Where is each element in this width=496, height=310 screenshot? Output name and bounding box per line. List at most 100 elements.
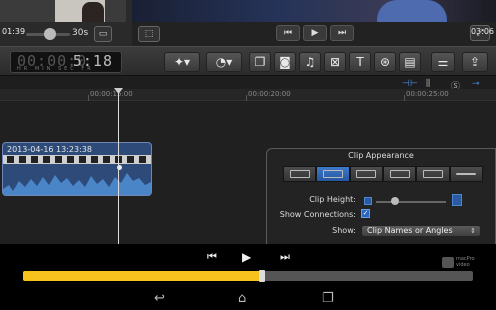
ruler-tick (88, 95, 89, 101)
clip-height-slider-knob[interactable] (391, 197, 399, 205)
audio-waveform-icon[interactable]: ⫼ (426, 79, 430, 89)
watermark-line2: video (456, 262, 470, 268)
viewer-area: 30s ▭ ⬚ ⏮ ▶ ⏭ ⤢ (0, 0, 496, 46)
dashed-rect-icon: ⬚ (144, 29, 154, 39)
home-button[interactable]: ⌂ (238, 291, 246, 306)
skip-previous-icon: ⏮ (207, 250, 217, 263)
skip-forward-icon: ⏭ (337, 28, 347, 38)
show-connections-label: Show Connections: (279, 210, 356, 219)
filmstrip-only-icon (389, 170, 410, 178)
waveform-large-icon (289, 170, 310, 178)
previous-frame-button[interactable]: ⏮ (276, 25, 300, 41)
large-clip-icon (452, 194, 462, 206)
show-dropdown[interactable]: Clip Names or Angles ⇕ (361, 225, 481, 237)
themes-button[interactable]: ▤ (399, 52, 421, 72)
appearance-option-waveform-filmstrip[interactable] (316, 166, 350, 182)
ruler-tick (246, 95, 247, 101)
viewer-frame-content (377, 0, 447, 22)
film-frame (55, 156, 62, 163)
transitions-button[interactable]: ⊠ (324, 52, 346, 72)
recents-icon: ❐ (322, 291, 334, 306)
ruler-label: 00:00:25:00 (406, 90, 449, 98)
retime-menu-button[interactable]: ◔▾ (206, 52, 242, 72)
recents-button[interactable]: ❐ (322, 291, 334, 306)
dropdown-arrows-icon: ⇕ (470, 227, 476, 235)
titles-button[interactable]: T (349, 52, 371, 72)
appearance-option-filmstrip-large[interactable] (349, 166, 383, 182)
clip-browser-button[interactable]: ❐ (249, 52, 271, 72)
film-frame (19, 156, 26, 163)
watermark-text: macPro video (456, 256, 475, 268)
progress-knob[interactable] (258, 270, 265, 282)
viewer-options-button[interactable]: ⬚ (138, 26, 160, 42)
skip-back-icon: ⏮ (283, 28, 293, 38)
audio-waveform (3, 173, 151, 195)
timeline-toolbar: 00:00:0 5:18 HR MIN SEC FR ✦▾ ◔▾ ❐ ◙ ♫ ⊠… (0, 46, 496, 76)
show-label: Show: (332, 226, 356, 235)
video-viewer[interactable] (132, 0, 496, 22)
toggle-icon: ⚌ (437, 55, 449, 69)
film-frame (127, 156, 134, 163)
playhead[interactable] (118, 88, 119, 248)
snapping-icon[interactable]: ⊸ (472, 79, 480, 89)
clip-height-label: Clip Height: (309, 195, 356, 204)
media-play-button[interactable]: ▶ (242, 250, 251, 264)
show-dropdown-value: Clip Names or Angles (367, 226, 453, 235)
popover-title: Clip Appearance (348, 151, 414, 160)
film-frame (31, 156, 38, 163)
next-frame-button[interactable]: ⏭ (330, 25, 354, 41)
generators-button[interactable]: ⊛ (374, 52, 396, 72)
play-icon: ▶ (242, 250, 252, 264)
ruler-label: 00:00:15:00 (90, 90, 133, 98)
skip-next-button[interactable]: ⏭ (280, 250, 290, 264)
audio-skimming-icon[interactable]: ⊣⊢ (402, 79, 418, 89)
music-icon: ♫ (304, 55, 316, 69)
generator-icon: ⊛ (379, 55, 391, 69)
small-clip-icon (364, 197, 372, 205)
themes-icon: ▤ (404, 55, 416, 69)
filmstrip-icon: ▭ (98, 29, 108, 39)
skip-next-icon: ⏭ (280, 250, 290, 263)
show-connections-checkbox[interactable]: ✓ (361, 209, 370, 218)
share-button[interactable]: ⇪ (462, 52, 488, 72)
filmstrip-waveform-icon (322, 170, 343, 178)
clip-height-slider-track[interactable] (376, 201, 446, 203)
retime-icon: ◔▾ (215, 55, 233, 69)
appearance-option-label[interactable] (416, 166, 450, 182)
tools-menu-button[interactable]: ✦▾ (164, 52, 200, 72)
title-icon: T (356, 55, 364, 69)
camera-icon: ◙ (279, 55, 291, 69)
photos-button[interactable]: ◙ (274, 52, 296, 72)
back-icon: ↩ (154, 291, 165, 306)
film-frame (139, 156, 146, 163)
clip-title: 2013-04-16 13:23:38 (7, 145, 92, 154)
skip-previous-button[interactable]: ⏮ (207, 250, 217, 264)
timeline-clip[interactable]: 2013-04-16 13:23:38 (2, 142, 152, 196)
back-button[interactable]: ↩ (154, 291, 165, 306)
browser-thumbnail[interactable] (0, 0, 126, 22)
system-nav-bar: ↩ ⌂ ❐ (0, 288, 496, 310)
share-icon: ⇪ (469, 55, 481, 69)
label-icon (422, 170, 443, 178)
media-playback-bar: ⏮ ▶ ⏭ (0, 244, 496, 288)
clip-appearance-button[interactable]: ⚌ (431, 52, 455, 72)
play-button[interactable]: ▶ (303, 25, 327, 41)
film-frame (103, 156, 110, 163)
appearance-option-waveform-large[interactable] (283, 166, 317, 182)
appearance-option-filmstrip-only[interactable] (382, 166, 417, 182)
zoom-duration-label: 30s (72, 28, 89, 38)
thumbnail-image-shadow (82, 2, 104, 22)
filmstrip-large-icon (356, 170, 377, 178)
zoom-slider-knob[interactable] (44, 28, 56, 40)
music-button[interactable]: ♫ (299, 52, 321, 72)
timeline-ruler[interactable]: 00:00:15:00 00:00:20:00 00:00:25:00 (0, 89, 496, 101)
clip-appearance-options (283, 166, 483, 182)
appearance-option-line[interactable] (449, 166, 483, 182)
timecode-units: HR MIN SEC FR (17, 66, 94, 72)
filmstrip-settings-button[interactable]: ▭ (94, 26, 112, 42)
ruler-tick (404, 95, 405, 101)
transitions-icon: ⊠ (329, 55, 341, 69)
progress-bar[interactable] (23, 271, 473, 281)
film-frame (67, 156, 74, 163)
timecode-display[interactable]: 00:00:0 5:18 HR MIN SEC FR (10, 51, 122, 73)
